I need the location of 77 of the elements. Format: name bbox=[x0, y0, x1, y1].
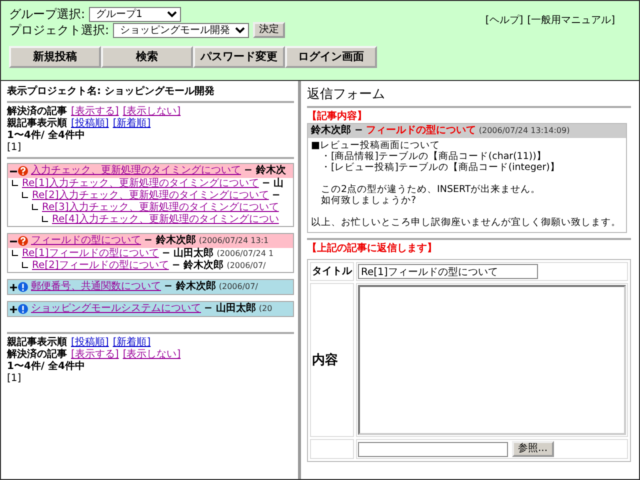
group-select-label: グループ選択: bbox=[9, 7, 86, 22]
body-text: この2点の型が違うため、INSERTが出来ません。 bbox=[320, 184, 542, 195]
question-icon bbox=[18, 166, 28, 176]
decide-button[interactable]: 決定 bbox=[253, 22, 286, 38]
thread-link[interactable]: 郵便番号、共通関数について bbox=[31, 281, 161, 293]
section-label: 【記事内容】 bbox=[307, 111, 368, 123]
author-name: − 鈴木次郎 bbox=[144, 235, 196, 247]
author-name: − 山田太郎 bbox=[204, 303, 256, 315]
option-link[interactable]: [新着順] bbox=[112, 118, 151, 130]
field-label: タイトル bbox=[312, 266, 352, 276]
nav-button[interactable]: ログイン画面 bbox=[285, 46, 377, 68]
body-text: ■レビュー投稿画面について bbox=[311, 140, 441, 151]
question-icon bbox=[18, 236, 28, 246]
option-label: 解決済の記事 bbox=[7, 349, 67, 360]
option-link[interactable]: [表示しない] bbox=[122, 106, 181, 118]
body-text: ・[レビュー投稿]テーブルの【商品コード(integer)】 bbox=[320, 162, 561, 173]
thread-link[interactable]: フィールドの型について bbox=[31, 235, 141, 247]
item-count: 1〜4件/ 全4件中 bbox=[7, 130, 86, 142]
option-label: 親記事表示順 bbox=[7, 337, 67, 348]
reply-link[interactable]: Re[1]入力チェック、更新処理のタイミングについて bbox=[22, 178, 259, 190]
nav-button[interactable]: 検索 bbox=[101, 46, 193, 68]
post-date: (2006/07/ bbox=[218, 281, 258, 293]
help-link[interactable]: [一般用マニュアル] bbox=[527, 15, 615, 38]
title-input[interactable]: Re[1]フィールドの型について bbox=[358, 264, 538, 279]
body-text: ・[商品情報]テーブルの【商品コード(char(11))】 bbox=[320, 151, 548, 162]
item-count: 1〜4件/ 全4件中 bbox=[7, 361, 86, 373]
page-link[interactable]: [1] bbox=[7, 142, 294, 154]
project-select-label: プロジェクト選択: bbox=[9, 22, 110, 38]
option-link[interactable]: [投稿順] bbox=[71, 337, 109, 349]
post-date: (2006/07/ bbox=[226, 260, 266, 272]
author-name: − 鈴木次郎 bbox=[172, 260, 224, 272]
content-textarea[interactable] bbox=[358, 285, 626, 435]
reply-link[interactable]: Re[2]入力チェック、更新処理のタイミングについて bbox=[32, 190, 269, 202]
post-date: (20 bbox=[258, 303, 272, 315]
thread-link[interactable]: 入力チェック、更新処理のタイミングについて bbox=[31, 165, 241, 177]
body-text: 如何致しましょうか? bbox=[320, 195, 418, 206]
browse-button[interactable]: 参照... bbox=[512, 441, 554, 457]
minus-icon[interactable] bbox=[10, 238, 17, 245]
thread-link[interactable]: ショッピングモールシステムについて bbox=[31, 303, 201, 315]
article-title: フィールドの型について bbox=[366, 125, 476, 137]
reply-link[interactable]: Re[3]入力チェック、更新処理のタイミングについて bbox=[42, 202, 279, 214]
project-name: 表示プロジェクト名: ショッピングモール開発 bbox=[7, 86, 216, 98]
author-name: − 山田太郎 bbox=[162, 248, 214, 259]
form-title: 返信フォーム bbox=[307, 86, 386, 103]
author-name: − 鈴木次 bbox=[244, 165, 286, 177]
section-label: 【上記の記事に返信します】 bbox=[307, 243, 438, 255]
post-date: (2006/07/24 1 bbox=[216, 248, 274, 259]
nav-button[interactable]: 新規投稿 bbox=[9, 46, 101, 68]
plus-icon[interactable] bbox=[10, 306, 17, 313]
option-label: 親記事表示順 bbox=[7, 118, 67, 130]
option-link[interactable]: [投稿順] bbox=[71, 118, 109, 130]
option-link[interactable]: [表示しない] bbox=[122, 349, 181, 361]
project-select[interactable]: ショッピングモール開発 bbox=[113, 22, 250, 38]
file-path-field[interactable] bbox=[358, 442, 508, 456]
author-name: 鈴木次郎 − bbox=[311, 125, 363, 137]
option-link[interactable]: [新着順] bbox=[112, 337, 151, 349]
minus-icon[interactable] bbox=[10, 168, 17, 175]
author-name: − bbox=[272, 190, 280, 202]
author-name: − 鈴木次郎 bbox=[164, 281, 216, 293]
nav-button[interactable]: パスワード変更 bbox=[193, 46, 285, 68]
reply-link[interactable]: Re[4]入力チェック、更新処理のタイミングについ bbox=[52, 214, 279, 226]
post-date: (2006/07/24 13:1 bbox=[198, 235, 269, 247]
reply-link[interactable]: Re[1]フィールドの型について bbox=[22, 248, 159, 260]
plus-icon[interactable] bbox=[10, 284, 17, 291]
field-label: 内容 bbox=[312, 352, 338, 368]
option-label: 解決済の記事 bbox=[7, 106, 67, 118]
body-text: 以上、お忙しいところ申し訳御座いませんが宜しく御願い致します。 bbox=[311, 217, 622, 228]
exclamation-icon bbox=[18, 282, 28, 292]
option-link[interactable]: [表示する] bbox=[71, 106, 119, 118]
exclamation-icon bbox=[18, 304, 28, 314]
post-date: (2006/07/24 13:14:09) bbox=[478, 125, 570, 137]
page-link[interactable]: [1] bbox=[7, 373, 294, 385]
reply-link[interactable]: Re[2]フィールドの型について bbox=[32, 260, 169, 272]
author-name: − 山 bbox=[262, 178, 284, 190]
help-link[interactable]: [ヘルプ] bbox=[485, 15, 524, 38]
group-select[interactable]: グループ1 bbox=[89, 7, 182, 22]
option-link[interactable]: [表示する] bbox=[71, 349, 119, 361]
